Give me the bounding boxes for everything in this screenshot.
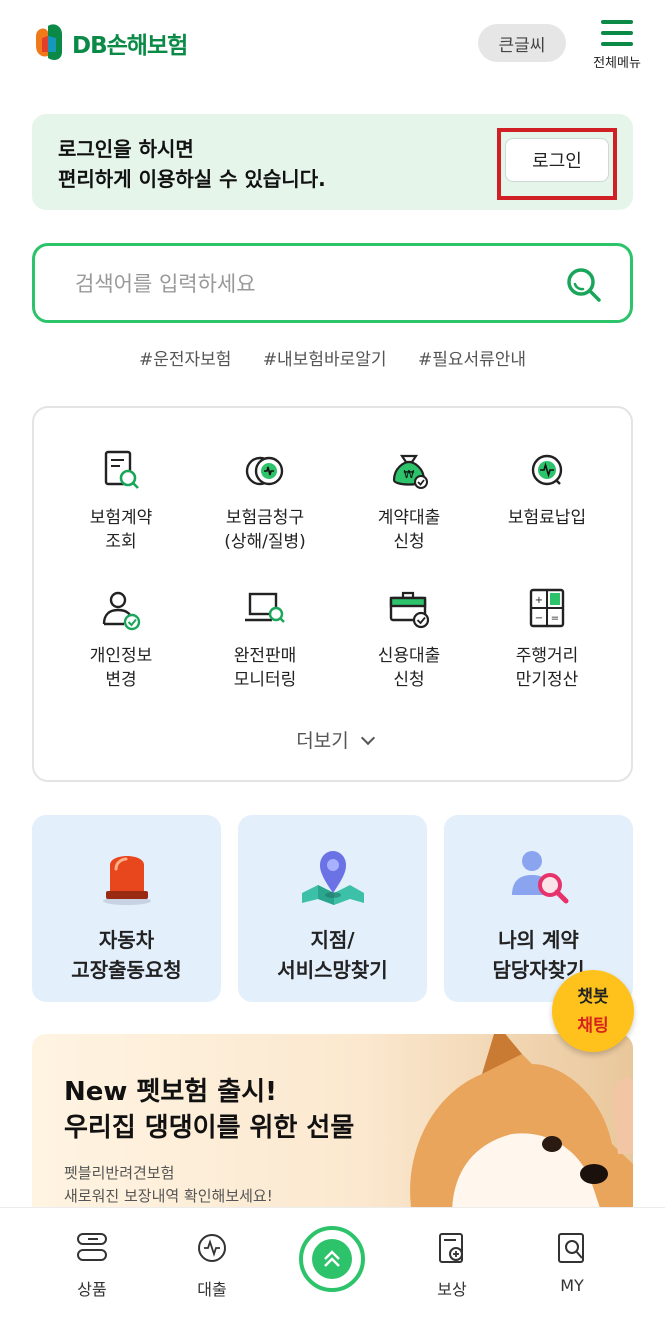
db-logo-icon [36,24,62,61]
hamburger-icon [601,20,633,46]
document-search-icon [104,450,139,489]
payment-icon [531,454,563,486]
menu-label: 완전판매 모니터링 [233,646,297,690]
svg-text:=: = [551,613,559,624]
menu-credit-loan[interactable]: 신용대출 신청 [334,584,484,692]
svg-text:−: − [535,613,543,624]
login-message: 로그인을 하시면 편리하게 이용하실 수 있습니다. [58,134,326,194]
promo-subtitle: 펫블리반려견보험 새로워진 보장내역 확인해보세요! [64,1164,273,1205]
svg-text:₩: ₩ [404,468,415,481]
svg-text:+: + [535,595,543,606]
user-check-icon [102,591,141,631]
large-font-button[interactable]: 큰글씨 [478,24,566,62]
menu-sales-monitoring[interactable]: 완전판매 모니터링 [190,584,340,692]
nav-loan[interactable]: 대출 [167,1230,257,1300]
menu-mileage-settlement[interactable]: + − = 주행거리 만기정산 [472,584,622,692]
logo-text: DB손해보험 [72,33,188,59]
menu-contract-loan[interactable]: ₩ 계약대출 신청 [334,446,484,554]
login-button[interactable]: 로그인 [505,138,609,182]
header: DB손해보험 큰글씨 전체메뉴 [0,0,665,90]
chatbot-label-line1: 챗봇 [577,987,609,1007]
menu-premium-payment[interactable]: 보험료납입 [472,446,622,530]
quick-card-label: 지점/ 서비스망찾기 [277,928,388,982]
more-button[interactable]: 더보기 [34,726,635,753]
my-icon [558,1233,584,1263]
db-logo[interactable]: DB손해보험 [32,22,188,64]
nav-claim[interactable]: 보상 [407,1230,497,1300]
more-label: 더보기 [296,730,349,752]
chevron-down-icon [360,730,375,746]
service-menu-card: 보험계약 조회 보험금청구 (상해/질병) ₩ 계약대출 신청 보험료납입 개인… [32,406,633,782]
person-search-icon [511,851,568,904]
nav-label: 대출 [197,1280,227,1299]
menu-contract-inquiry[interactable]: 보험계약 조회 [46,446,196,554]
full-menu-label: 전체메뉴 [593,56,641,71]
search-icon[interactable] [563,264,605,306]
menu-label: 보험료납입 [507,508,587,528]
quick-card-label: 자동차 고장출동요청 [71,928,182,982]
quick-card-car-breakdown[interactable]: 자동차 고장출동요청 [32,815,221,1002]
full-menu-button[interactable]: 전체메뉴 [584,20,650,76]
pet-insurance-banner[interactable]: New 펫보험 출시! 우리집 댕댕이를 위한 선물 펫블리반려견보험 새로워진… [32,1034,633,1214]
chatbot-button[interactable]: 챗봇 채팅 [552,970,634,1052]
menu-personal-info[interactable]: 개인정보 변경 [46,584,196,692]
promo-title: New 펫보험 출시! 우리집 댕댕이를 위한 선물 [64,1077,355,1143]
hashtag-driver-insurance[interactable]: #운전자보험 [139,350,231,370]
menu-insurance-claim[interactable]: 보험금청구 (상해/질병) [190,446,340,554]
hashtag-required-documents[interactable]: #필요서류안내 [418,350,526,370]
menu-label: 신용대출 신청 [377,646,441,690]
nav-label: 보상 [437,1280,467,1299]
calculator-icon: + − = [529,588,565,628]
claim-icon [439,1233,463,1263]
nav-label: 상품 [77,1280,107,1299]
scroll-top-button[interactable] [299,1226,365,1292]
menu-label: 보험금청구 (상해/질병) [224,508,306,552]
product-icon [77,1233,107,1261]
login-message-line2: 편리하게 이용하실 수 있습니다. [58,167,326,191]
map-pin-icon [301,851,364,905]
loan-icon [198,1234,226,1262]
coin-claim-icon [245,456,284,486]
nav-my[interactable]: MY [527,1230,617,1295]
nav-products[interactable]: 상품 [47,1230,137,1300]
login-banner: 로그인을 하시면 편리하게 이용하실 수 있습니다. 로그인 [32,114,633,210]
menu-label: 계약대출 신청 [377,508,441,552]
nav-label: MY [560,1276,584,1295]
menu-label: 주행거리 만기정산 [515,646,579,690]
menu-label: 개인정보 변경 [89,646,153,690]
briefcase-check-icon [389,591,430,629]
menu-label: 보험계약 조회 [89,508,153,552]
search-box [32,243,633,323]
money-bag-icon: ₩ [392,454,428,489]
hashtag-list: #운전자보험 #내보험바로알기 #필요서류안내 [0,345,665,370]
login-message-line1: 로그인을 하시면 [58,137,194,161]
siren-icon [102,856,151,905]
laptop-search-icon [245,592,285,623]
chatbot-label-line2: 채팅 [577,1016,609,1036]
search-input[interactable] [75,265,555,303]
scroll-top-icon [312,1239,352,1279]
hashtag-my-insurance[interactable]: #내보험바로알기 [263,350,387,370]
dog-illustration [410,1034,633,1214]
quick-card-branch-finder[interactable]: 지점/ 서비스망찾기 [238,815,427,1002]
bottom-navigation: 상품 대출 보상 MY [0,1207,665,1317]
